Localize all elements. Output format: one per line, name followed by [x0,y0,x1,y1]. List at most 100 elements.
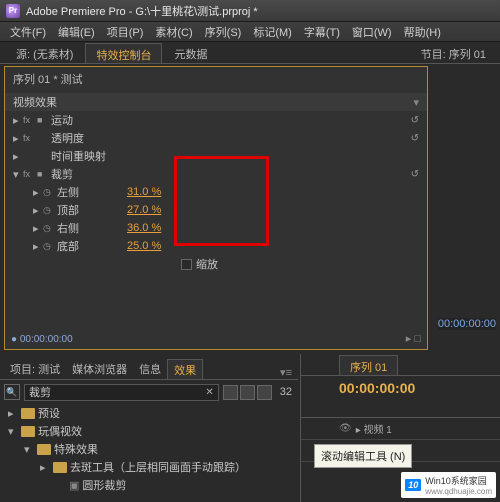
crop-scale-checkbox[interactable] [181,259,192,270]
effect-controls-panel: 序列 01 * 测试 视频效果 ▾ ▸ fx ■ 运动 ↺ ▸ fx 透明度 ↺… [4,66,428,350]
video-effects-bar[interactable]: 视频效果 ▾ [5,93,427,111]
stopwatch-icon[interactable]: ◷ [43,223,57,234]
timeline-tabs: 序列 01 [301,354,500,376]
crop-right-label: 右侧 [57,220,127,236]
menu-marker[interactable]: 标记(M) [247,22,298,42]
twirl-icon[interactable]: ▸ [13,150,23,163]
tab-effect-controls[interactable]: 特效控制台 [85,43,162,63]
menu-help[interactable]: 帮助(H) [398,22,447,42]
tab-program[interactable]: 节目: 序列 01 [411,43,496,63]
crop-bottom-label: 底部 [57,238,127,254]
preset-icon: ▣ [69,479,79,492]
effect-name: 透明度 [51,130,411,146]
fx-icon: fx [23,169,37,179]
effect-name: 裁剪 [51,166,411,182]
effects-tree: ▸ 预设 ▾ 玩偶视效 ▾ 特殊效果 ▸ 去斑工具（上层相同画面手动跟踪） ▣ … [4,404,296,494]
timeline-head: 00:00:00:00 [301,376,500,400]
panel-menu-icon[interactable]: ▾≡ [274,366,298,379]
tree-node-puppet[interactable]: ▾ 玩偶视效 [4,422,296,440]
effect-row-opacity[interactable]: ▸ fx 透明度 ↺ [5,129,427,147]
tab-info[interactable]: 信息 [133,359,167,379]
filter-yuv-icon[interactable] [257,385,272,400]
watermark-badge: 10 [405,479,421,491]
crop-left-label: 左侧 [57,184,127,200]
reset-icon[interactable]: ↺ [411,169,419,180]
twirl-down-icon[interactable]: ▾ [13,168,23,181]
fx-icon: fx [23,115,37,125]
timeline-track-v1[interactable]: 👁 ▸ 视频 1 [301,418,500,440]
menu-title[interactable]: 字幕(T) [298,22,346,42]
panel-timecode[interactable]: ● 00:00:00:00 [11,334,73,345]
source-timecode: 00:00:00:00 [438,318,496,330]
menu-window[interactable]: 窗口(W) [346,22,398,42]
filter-buttons [223,385,272,400]
twirl-icon[interactable]: ▸ [13,132,23,145]
twirl-icon[interactable]: ▸ [40,461,50,474]
crop-top-label: 顶部 [57,202,127,218]
clear-search-icon[interactable]: ✕ [205,387,213,398]
menu-project[interactable]: 项目(P) [101,22,150,42]
effect-row-timeremap[interactable]: ▸ 时间重映射 [5,147,427,165]
stopwatch-icon[interactable]: ◷ [43,205,57,216]
link-icon: ■ [37,115,51,125]
menu-sequence[interactable]: 序列(S) [199,22,248,42]
reset-icon[interactable]: ↺ [411,133,419,144]
effect-heading: 序列 01 * 测试 [5,67,427,91]
twirl-icon[interactable]: ▸ [33,186,43,199]
timeline-seq-tab[interactable]: 序列 01 [339,355,398,375]
twirl-icon[interactable]: ▸ [33,222,43,235]
folder-icon [53,462,67,473]
twirl-icon[interactable]: ▸ [33,240,43,253]
panel-menu-icon[interactable]: ▸ □ [406,332,421,345]
twirl-icon[interactable]: ▸ [13,114,23,127]
tab-media-browser[interactable]: 媒体浏览器 [66,359,133,379]
timeline-ruler[interactable] [301,400,500,418]
tab-effects[interactable]: 效果 [167,359,203,379]
effect-row-motion[interactable]: ▸ fx ■ 运动 ↺ [5,111,427,129]
eye-icon[interactable]: 👁 [339,423,352,434]
crop-bottom-value[interactable]: 25.0 % [127,240,161,252]
tab-metadata[interactable]: 元数据 [164,43,217,63]
reset-icon[interactable]: ↺ [411,115,419,126]
dropdown-icon[interactable]: ▾ [413,96,419,109]
crop-left-value[interactable]: 31.0 % [127,186,161,198]
timeline-timecode[interactable]: 00:00:00:00 [339,380,415,396]
tree-label: 特殊效果 [54,441,98,457]
effects-search-row: 🔍 裁剪 ✕ 32 [4,382,296,402]
tab-source[interactable]: 源: (无素材) [6,43,83,63]
tree-node-special[interactable]: ▾ 特殊效果 [4,440,296,458]
menu-clip[interactable]: 素材(C) [149,22,198,42]
stopwatch-icon[interactable]: ◷ [43,241,57,252]
effects-search-input[interactable]: 裁剪 ✕ [24,384,219,401]
folder-icon [37,444,51,455]
link-icon: ■ [37,169,51,179]
crop-top-value[interactable]: 27.0 % [127,204,161,216]
tree-node-despot[interactable]: ▸ 去斑工具（上层相同画面手动跟踪） [4,458,296,476]
title-bar: Pr Adobe Premiere Pro - G:\十里桃花\测试.prpro… [0,0,500,22]
track-label: ▸ 视频 1 [356,421,392,436]
filter-accelerated-icon[interactable] [223,385,238,400]
folder-icon [21,408,35,419]
twirl-icon[interactable]: ▸ [8,407,18,420]
premiere-icon: Pr [6,4,20,18]
search-icon[interactable]: 🔍 [4,384,20,400]
crop-right-value[interactable]: 36.0 % [127,222,161,234]
tree-node-preset[interactable]: ▸ 预设 [4,404,296,422]
video-effects-label: 视频效果 [13,94,57,110]
window-title: Adobe Premiere Pro - G:\十里桃花\测试.prproj * [26,3,258,19]
menu-file[interactable]: 文件(F) [4,22,52,42]
twirl-icon[interactable]: ▸ [33,204,43,217]
effect-name: 运动 [51,112,411,128]
twirl-down-icon[interactable]: ▾ [8,425,18,438]
bottom-tabs: 项目: 测试 媒体浏览器 信息 效果 ▾≡ [0,358,298,380]
filter-32bit-icon[interactable] [240,385,255,400]
watermark-text: Win10系统家园 www.qdhuajie.com [425,474,492,496]
effect-row-crop[interactable]: ▾ fx ■ 裁剪 ↺ [5,165,427,183]
twirl-down-icon[interactable]: ▾ [24,443,34,456]
tree-node-circlecrop[interactable]: ▣ 圆形裁剪 [4,476,296,494]
menu-edit[interactable]: 编辑(E) [52,22,101,42]
crop-param-top: ▸ ◷ 顶部 27.0 % [5,201,427,219]
tooltip: 滚动编辑工具 (N) [314,444,412,468]
tab-project-panel[interactable]: 项目: 测试 [4,359,66,379]
stopwatch-icon[interactable]: ◷ [43,187,57,198]
